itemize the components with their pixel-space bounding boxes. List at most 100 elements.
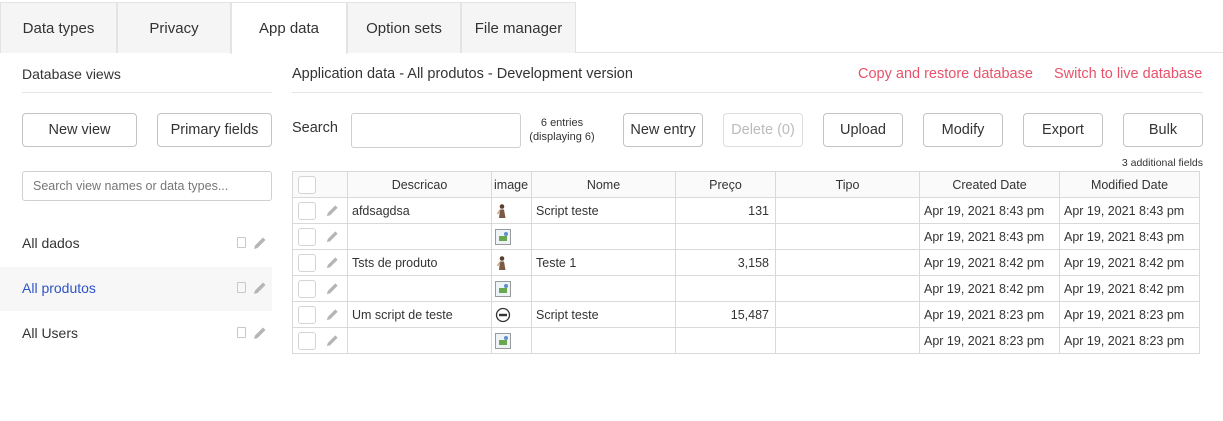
primary-fields-button[interactable]: Primary fields [157, 113, 272, 147]
pencil-icon[interactable] [252, 280, 268, 296]
cell-descricao[interactable] [347, 275, 492, 302]
column-header-tipo[interactable]: Tipo [775, 171, 920, 198]
view-item-all-dados[interactable]: All dados [0, 222, 272, 266]
view-checkbox-icon[interactable] [237, 327, 246, 338]
cell-nome[interactable] [531, 275, 676, 302]
modify-button[interactable]: Modify [923, 113, 1003, 147]
table-row[interactable]: Um script de teste Script teste 15,487 Apr … [292, 301, 1200, 328]
broken-image-icon [495, 280, 511, 297]
pencil-icon[interactable] [252, 235, 268, 251]
bulk-button[interactable]: Bulk [1123, 113, 1203, 147]
view-item-label: All Users [22, 325, 79, 341]
cell-nome[interactable] [531, 223, 676, 250]
cell-preco[interactable] [675, 275, 776, 302]
cell-preco[interactable] [675, 223, 776, 250]
row-checkbox[interactable] [298, 253, 316, 272]
cell-modified-date[interactable]: Apr 19, 2021 8:43 pm [1059, 197, 1200, 224]
row-checkbox[interactable] [298, 279, 316, 298]
table-row[interactable]: Apr 19, 2021 8:43 pm Apr 19, 2021 8:43 pm [292, 223, 1200, 250]
row-checkbox[interactable] [298, 305, 316, 324]
cell-tipo[interactable] [775, 327, 920, 354]
cell-tipo[interactable] [775, 301, 920, 328]
view-checkbox-icon[interactable] [237, 237, 246, 248]
table-row[interactable]: Apr 19, 2021 8:23 pm Apr 19, 2021 8:23 pm [292, 327, 1200, 354]
cell-modified-date[interactable]: Apr 19, 2021 8:23 pm [1059, 301, 1200, 328]
new-entry-button[interactable]: New entry [623, 113, 703, 147]
view-item-label: All dados [22, 235, 80, 251]
delete-button[interactable]: Delete (0) [723, 113, 803, 147]
cell-image[interactable] [491, 327, 532, 354]
cell-created-date[interactable]: Apr 19, 2021 8:43 pm [919, 223, 1060, 250]
cell-descricao[interactable] [347, 223, 492, 250]
row-checkbox[interactable] [298, 201, 316, 220]
cell-tipo[interactable] [775, 249, 920, 276]
cell-image[interactable] [491, 275, 532, 302]
cell-image[interactable] [491, 223, 532, 250]
pencil-icon[interactable] [325, 307, 340, 322]
cell-created-date[interactable]: Apr 19, 2021 8:23 pm [919, 327, 1060, 354]
table-row[interactable]: Tsts de produto Teste 1 3,158 Apr 19, 2021 … [292, 249, 1200, 276]
tab-app-data[interactable]: App data [231, 2, 347, 54]
row-checkbox[interactable] [298, 227, 316, 246]
copy-restore-database-link[interactable]: Copy and restore database [858, 66, 1033, 82]
cell-nome[interactable] [531, 327, 676, 354]
column-header-descricao[interactable]: Descricao [347, 171, 492, 198]
pencil-icon[interactable] [325, 281, 340, 296]
cell-created-date[interactable]: Apr 19, 2021 8:42 pm [919, 249, 1060, 276]
cell-preco[interactable] [675, 327, 776, 354]
cell-image[interactable] [491, 249, 532, 276]
cell-image[interactable] [491, 301, 532, 328]
cell-preco[interactable]: 15,487 [675, 301, 776, 328]
row-checkbox[interactable] [298, 331, 316, 350]
search-input[interactable] [351, 113, 521, 148]
cell-nome[interactable]: Script teste [531, 197, 676, 224]
cell-modified-date[interactable]: Apr 19, 2021 8:42 pm [1059, 249, 1200, 276]
additional-fields-note[interactable]: 3 additional fields [1122, 157, 1203, 169]
pencil-icon[interactable] [325, 229, 340, 244]
upload-button[interactable]: Upload [823, 113, 903, 147]
tab-data-types[interactable]: Data types [0, 2, 117, 53]
view-search-input[interactable] [22, 171, 272, 201]
tab-option-sets[interactable]: Option sets [347, 2, 461, 53]
view-item-all-users[interactable]: All Users [0, 312, 272, 356]
cell-tipo[interactable] [775, 197, 920, 224]
view-checkbox-icon[interactable] [237, 282, 246, 293]
cell-created-date[interactable]: Apr 19, 2021 8:42 pm [919, 275, 1060, 302]
cell-nome[interactable]: Script teste [531, 301, 676, 328]
table-row[interactable]: Apr 19, 2021 8:42 pm Apr 19, 2021 8:42 pm [292, 275, 1200, 302]
new-view-button[interactable]: New view [22, 113, 137, 147]
tab-file-manager[interactable]: File manager [461, 2, 576, 53]
pencil-icon[interactable] [325, 333, 340, 348]
pencil-icon[interactable] [252, 325, 268, 341]
column-header-created-date[interactable]: Created Date [919, 171, 1060, 198]
cell-preco[interactable]: 131 [675, 197, 776, 224]
export-button[interactable]: Export [1023, 113, 1103, 147]
cell-nome[interactable]: Teste 1 [531, 249, 676, 276]
select-all-checkbox[interactable] [298, 175, 316, 194]
column-header-preco[interactable]: Preço [675, 171, 776, 198]
column-header-nome[interactable]: Nome [531, 171, 676, 198]
cell-descricao[interactable]: Tsts de produto [347, 249, 492, 276]
tab-privacy[interactable]: Privacy [117, 2, 231, 53]
column-header-modified-date[interactable]: Modified Date [1059, 171, 1200, 198]
cell-tipo[interactable] [775, 223, 920, 250]
cell-descricao[interactable]: afdsagdsa [347, 197, 492, 224]
switch-live-database-link[interactable]: Switch to live database [1054, 66, 1202, 82]
cell-created-date[interactable]: Apr 19, 2021 8:23 pm [919, 301, 1060, 328]
view-item-all-produtos[interactable]: All produtos [0, 267, 272, 311]
cell-preco[interactable]: 3,158 [675, 249, 776, 276]
cell-descricao[interactable] [347, 327, 492, 354]
pencil-icon[interactable] [325, 203, 340, 218]
entries-count: 6 entries (displaying 6) [526, 116, 598, 144]
cell-modified-date[interactable]: Apr 19, 2021 8:23 pm [1059, 327, 1200, 354]
cell-descricao[interactable]: Um script de teste [347, 301, 492, 328]
cell-created-date[interactable]: Apr 19, 2021 8:43 pm [919, 197, 1060, 224]
cell-modified-date[interactable]: Apr 19, 2021 8:42 pm [1059, 275, 1200, 302]
entries-total: 6 entries [540, 117, 584, 129]
cell-image[interactable] [491, 197, 532, 224]
cell-tipo[interactable] [775, 275, 920, 302]
cell-modified-date[interactable]: Apr 19, 2021 8:43 pm [1059, 223, 1200, 250]
table-row[interactable]: afdsagdsa Script teste 131 Apr 19, 2021 8:4… [292, 197, 1200, 224]
pencil-icon[interactable] [325, 255, 340, 270]
column-header-image[interactable]: image [491, 171, 532, 198]
